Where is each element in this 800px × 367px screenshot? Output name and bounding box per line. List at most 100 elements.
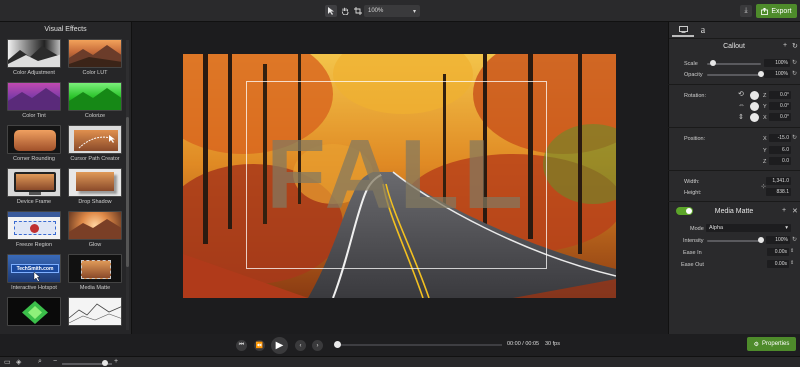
- intensity-slider[interactable]: [707, 240, 761, 242]
- axis-x-label: X: [763, 136, 767, 142]
- effect-color-tint[interactable]: Color Tint: [6, 82, 62, 125]
- effect-colorize[interactable]: Colorize: [67, 82, 123, 125]
- crop-icon[interactable]: [352, 5, 364, 17]
- timeline-view-icon[interactable]: ▭: [4, 358, 11, 366]
- effect-thumbnail: TechSmith.com: [7, 254, 61, 283]
- effect-thumbnail: [7, 39, 61, 68]
- export-icon: [761, 7, 769, 15]
- opacity-slider[interactable]: [707, 74, 761, 76]
- text-a-icon: a: [700, 25, 706, 36]
- tab-text-properties[interactable]: a: [692, 24, 714, 37]
- effect-drop-shadow[interactable]: Drop Shadow: [67, 168, 123, 211]
- effect-glow[interactable]: Glow: [67, 211, 123, 254]
- stepper-icon[interactable]: ⇕: [790, 248, 794, 254]
- rotation-x-value[interactable]: 0.0°: [769, 113, 791, 121]
- reset-icon[interactable]: ↻: [792, 134, 797, 141]
- top-toolbar: 100% ▾ ⤓ Export: [0, 0, 800, 22]
- ease-out-value[interactable]: 0.00s: [767, 260, 789, 268]
- zoom-select[interactable]: 100% ▾: [364, 5, 420, 17]
- monitor-icon: [678, 26, 688, 33]
- marker-icon[interactable]: ◈: [16, 358, 21, 366]
- timeline-zoom-knob[interactable]: [102, 360, 108, 366]
- effect-color-lut[interactable]: Color LUT: [67, 39, 123, 82]
- effect-cursor-path-creator[interactable]: Cursor Path Creator: [67, 125, 123, 168]
- panel-title: Visual Effects: [44, 25, 87, 33]
- effect-interactive-hotspot[interactable]: TechSmith.com Interactive Hotspot: [6, 254, 62, 297]
- rotation-x-dial[interactable]: [750, 113, 759, 122]
- properties-button[interactable]: ⚙ Properties: [747, 337, 796, 351]
- axis-y-label: Y: [763, 104, 767, 110]
- reset-icon[interactable]: ↻: [792, 236, 797, 243]
- hand-pan-icon[interactable]: [339, 5, 351, 17]
- effect-thumbnail: [68, 211, 122, 240]
- effect-label: Color Tint: [22, 113, 46, 119]
- position-z-value[interactable]: 0.0: [769, 157, 791, 165]
- effect-thumbnail: [68, 254, 122, 283]
- effect-label: Color Adjustment: [13, 70, 55, 76]
- width-label: Width:: [684, 179, 700, 185]
- properties-button-label: Properties: [762, 341, 790, 347]
- tab-visual-properties[interactable]: [672, 24, 694, 37]
- height-value[interactable]: 838.1: [766, 188, 791, 196]
- intensity-slider-knob[interactable]: [758, 237, 764, 243]
- play-button[interactable]: ▶: [271, 337, 288, 354]
- chevron-right-icon[interactable]: ›: [312, 340, 323, 351]
- effect-thumbnail: [7, 211, 61, 240]
- effect-thumbnail: [7, 168, 61, 197]
- position-x-value[interactable]: -15.0: [769, 134, 791, 142]
- effect-thumbnail: [68, 125, 122, 154]
- time-display: 00:00 / 00:05: [507, 341, 540, 347]
- media-matte-section-header[interactable]: Media Matte: [668, 204, 800, 218]
- scale-value[interactable]: 100%: [764, 59, 790, 67]
- effect-media-matte[interactable]: Media Matte: [67, 254, 123, 297]
- add-icon[interactable]: +: [783, 42, 787, 49]
- stepper-icon[interactable]: ⇕: [790, 260, 794, 266]
- ease-in-value[interactable]: 0.00s: [767, 248, 789, 256]
- width-value[interactable]: 1,341.0: [766, 177, 791, 185]
- effect-label: Device Frame: [16, 199, 52, 205]
- intensity-value[interactable]: 100%: [766, 236, 790, 244]
- axis-z-label: Z: [763, 93, 767, 99]
- rotation-y-value[interactable]: 0.0°: [769, 102, 791, 110]
- gear-icon: ⚙: [753, 341, 760, 348]
- effect-thumbnail: [68, 168, 122, 197]
- arrow-select-icon[interactable]: [325, 5, 337, 17]
- close-icon[interactable]: ✕: [792, 207, 798, 215]
- effect-item-14[interactable]: [67, 297, 123, 334]
- mode-select[interactable]: Alpha ▾: [706, 224, 791, 232]
- rotation-z-dial[interactable]: [750, 91, 759, 100]
- effect-device-frame[interactable]: Device Frame: [6, 168, 62, 211]
- effect-label: Corner Rounding: [13, 156, 55, 162]
- rotation-z-value[interactable]: 0.0°: [769, 91, 791, 99]
- effect-color-adjustment[interactable]: Color Adjustment: [6, 39, 62, 82]
- effect-label: Freeze Region: [15, 242, 53, 248]
- reset-icon[interactable]: ↻: [792, 70, 797, 77]
- effect-freeze-region[interactable]: Freeze Region: [6, 211, 62, 254]
- playhead-knob[interactable]: [334, 341, 341, 348]
- scrollbar-thumb[interactable]: [126, 117, 129, 267]
- reset-icon[interactable]: ↻: [792, 59, 797, 66]
- callout-text[interactable]: FALL: [246, 119, 547, 229]
- download-icon[interactable]: ⤓: [740, 5, 752, 17]
- reset-icon[interactable]: ↻: [792, 42, 798, 50]
- add-icon[interactable]: +: [782, 207, 786, 214]
- callout-section-header[interactable]: Callout: [668, 39, 800, 53]
- step-back-icon[interactable]: ⏪: [254, 340, 265, 351]
- rotation-label: Rotation:: [684, 93, 707, 99]
- fps-display: 30 fps: [545, 341, 560, 347]
- search-icon[interactable]: ⌕: [38, 358, 42, 366]
- opacity-value[interactable]: 100%: [764, 70, 790, 78]
- playhead-track[interactable]: [337, 344, 502, 346]
- rotation-y-dial[interactable]: [750, 102, 759, 111]
- effect-item-13[interactable]: [6, 297, 62, 334]
- export-button[interactable]: Export: [756, 4, 797, 18]
- previous-clip-icon[interactable]: ⏮: [236, 340, 247, 351]
- mode-value: Alpha: [709, 225, 724, 231]
- effect-corner-rounding[interactable]: Corner Rounding: [6, 125, 62, 168]
- chevron-left-icon[interactable]: ‹: [295, 340, 306, 351]
- position-y-value[interactable]: 6.0: [769, 146, 791, 154]
- zoom-out-icon[interactable]: −: [53, 358, 57, 365]
- timeline-toolbar: ▭ ◈ ⌕ − +: [0, 356, 800, 367]
- divider: [668, 170, 800, 171]
- zoom-in-icon[interactable]: +: [114, 358, 118, 365]
